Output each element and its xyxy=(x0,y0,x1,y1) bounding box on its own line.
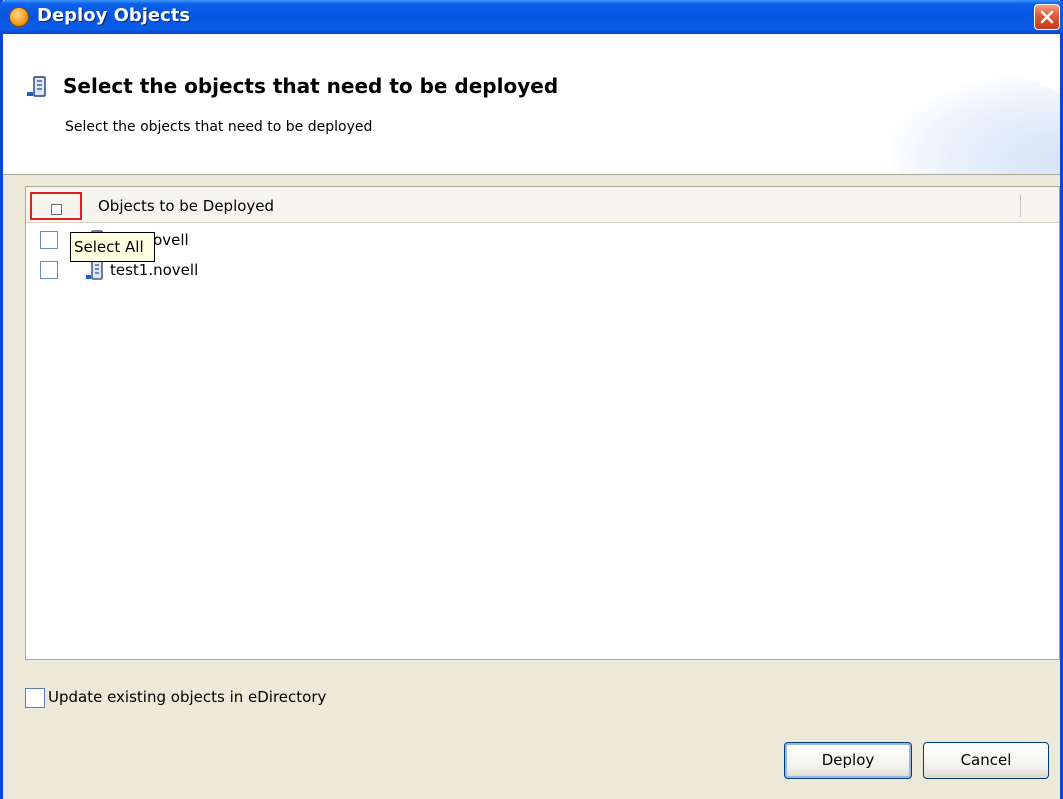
server-object-icon xyxy=(27,76,46,97)
header-decoration xyxy=(890,74,1060,174)
cancel-button[interactable]: Cancel xyxy=(923,742,1049,779)
app-logo-icon xyxy=(9,7,29,27)
page-title: Select the objects that need to be deplo… xyxy=(63,74,559,98)
close-icon xyxy=(1040,10,1054,24)
table-row[interactable]: test.novell xyxy=(26,226,1059,256)
select-all-icon xyxy=(51,204,62,215)
update-existing-checkbox[interactable] xyxy=(25,688,45,708)
objects-table: Objects to be Deployed Select All test.n… xyxy=(25,186,1060,660)
page-description: Select the objects that need to be deplo… xyxy=(65,119,373,135)
table-header: Objects to be Deployed xyxy=(26,187,1059,223)
title-bar[interactable]: Deploy Objects xyxy=(0,0,1063,34)
window-title: Deploy Objects xyxy=(37,5,191,26)
select-all-button[interactable] xyxy=(30,192,82,220)
column-header-objects[interactable]: Objects to be Deployed xyxy=(98,197,274,215)
server-object-icon xyxy=(86,260,103,280)
select-all-tooltip: Select All xyxy=(70,232,155,262)
update-existing-label[interactable]: Update existing objects in eDirectory xyxy=(48,688,326,706)
column-divider xyxy=(1020,195,1021,217)
row-checkbox[interactable] xyxy=(40,231,58,249)
close-button[interactable] xyxy=(1034,4,1060,30)
object-label: test1.novell xyxy=(110,261,199,279)
deploy-objects-dialog: Deploy Objects Select the objects that n… xyxy=(0,0,1063,799)
deploy-button[interactable]: Deploy xyxy=(784,742,912,779)
table-row[interactable]: test1.novell xyxy=(26,256,1059,286)
wizard-header: Select the objects that need to be deplo… xyxy=(3,34,1060,175)
row-checkbox[interactable] xyxy=(40,261,58,279)
